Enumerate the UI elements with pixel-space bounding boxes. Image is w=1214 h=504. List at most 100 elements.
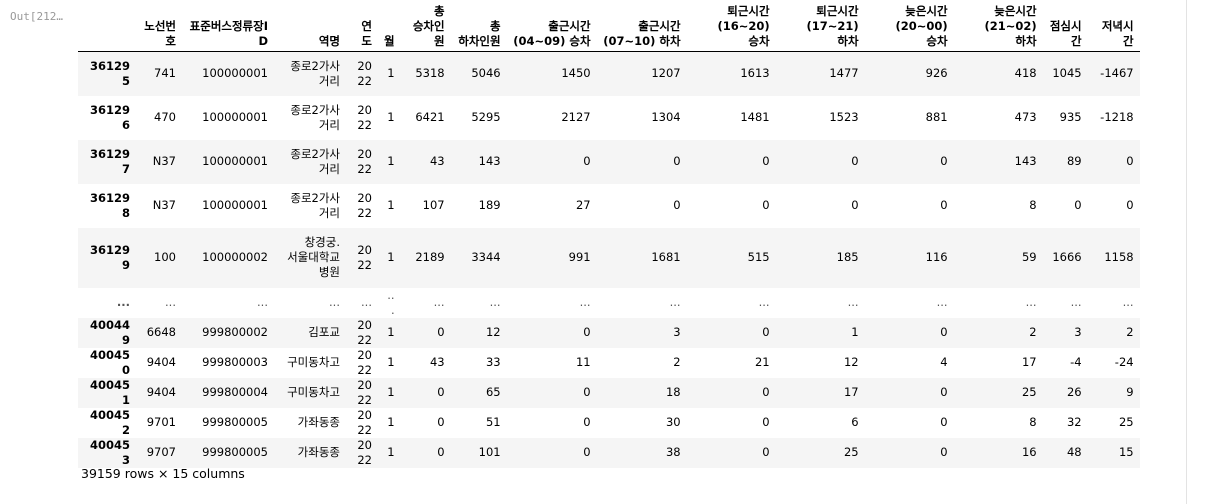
column-header[interactable]: 늦은시간 (20~00) 승차 xyxy=(864,4,954,52)
column-header[interactable]: 출근시간 (07~10) 하차 xyxy=(596,4,687,52)
row-index: 361296 xyxy=(89,102,130,132)
column-header[interactable]: 저녁시간 xyxy=(1087,4,1140,52)
table-cell: 2 xyxy=(673,355,681,369)
column-header[interactable]: 월 xyxy=(378,4,401,52)
table-cell: 2022 xyxy=(357,407,372,437)
column-header[interactable]: 점심시간 xyxy=(1042,4,1088,52)
table-cell: 189 xyxy=(478,198,501,212)
table-cell: 1 xyxy=(387,154,395,168)
row-index: 400453 xyxy=(89,437,130,467)
header-row: 노선번호 표준버스정류장ID 역명 연도 월 총 승차인원 총 하차인원 출근시… xyxy=(78,4,1140,52)
table-cell: 470 xyxy=(154,110,176,124)
table-cell: 0 xyxy=(673,154,681,168)
table-cell: ... xyxy=(1122,295,1134,309)
table-cell: -1467 xyxy=(1100,66,1134,81)
table-cell: 2022 xyxy=(357,317,372,347)
table-cell: 3344 xyxy=(471,250,501,264)
table-cell: 100000001 xyxy=(202,198,268,212)
table-cell: 16 xyxy=(1021,445,1037,459)
table-row: 361295 741 100000001 종로2가사거리 2022 1 5318 5046 14… xyxy=(78,51,1140,96)
table-cell: 0 xyxy=(762,385,770,399)
table-cell: 4 xyxy=(940,355,948,369)
table-cell: N37 xyxy=(152,198,176,212)
column-header[interactable]: 역명 xyxy=(274,4,346,52)
table-cell: 59 xyxy=(1021,250,1037,264)
row-index: 361298 xyxy=(89,190,130,220)
table-cell: 999800004 xyxy=(202,385,268,399)
table-cell: 1666 xyxy=(1052,250,1082,264)
table-cell: 30 xyxy=(665,415,681,429)
column-header[interactable]: 퇴근시간 (16~20) 승차 xyxy=(686,4,776,52)
table-cell: 9404 xyxy=(146,355,176,369)
table-cell: 100000002 xyxy=(202,250,268,264)
column-header[interactable]: 총 하차인원 xyxy=(450,4,507,52)
table-cell: 9 xyxy=(1126,385,1134,399)
column-header[interactable]: 출근시간 (04~09) 승차 xyxy=(506,4,597,52)
table-row: ........................................… xyxy=(78,287,1140,318)
table-cell: 12 xyxy=(485,325,501,339)
table-cell: 999800005 xyxy=(202,415,268,429)
table-row: 400453 9707 999800005 가좌동종 2022 1 0 101 0 38 0 25 0 1… xyxy=(78,437,1140,468)
table-cell: ... xyxy=(936,295,948,309)
column-header[interactable]: 퇴근시간 (17~21) 하차 xyxy=(775,4,865,52)
table-cell: 0 xyxy=(1126,154,1134,168)
table-cell: 999800003 xyxy=(202,355,268,369)
row-index: 400451 xyxy=(89,377,130,407)
table-row: 361298 N37 100000001 종로2가사거리 2022 1 107 189 27 0 0… xyxy=(78,183,1140,228)
table-cell: 1450 xyxy=(561,66,591,81)
table-row: 400452 9701 999800005 가좌동종 2022 1 0 51 0 30 0 6 0 8 32… xyxy=(78,407,1140,438)
table-cell: ... xyxy=(489,295,501,309)
table-cell: 0 xyxy=(762,198,770,212)
column-header[interactable]: 연도 xyxy=(346,4,378,52)
table-cell: 473 xyxy=(1014,110,1037,124)
table-cell: 1481 xyxy=(740,110,770,124)
table-cell: 21 xyxy=(754,355,770,369)
table-cell: 17 xyxy=(1021,355,1037,369)
row-index: 361295 xyxy=(89,58,130,88)
table-cell: 0 xyxy=(762,415,770,429)
table-cell: 991 xyxy=(568,250,591,264)
table-cell: 1 xyxy=(387,110,395,124)
table-cell: 26 xyxy=(1066,385,1082,399)
table-cell: 935 xyxy=(1059,110,1082,124)
table-cell: 2022 xyxy=(357,242,372,272)
table-row: 400450 9404 999800003 구미동차고 2022 1 43 33 11 2 21 12… xyxy=(78,347,1140,378)
table-cell: 9404 xyxy=(146,385,176,399)
table-cell: 38 xyxy=(665,445,681,459)
table-cell: 0 xyxy=(583,445,591,459)
table-cell: 1523 xyxy=(829,110,859,124)
table-cell: 0 xyxy=(940,445,948,459)
column-header[interactable]: 노선번호 xyxy=(136,4,182,52)
table-cell: ... xyxy=(165,295,176,309)
table-cell: 11 xyxy=(575,355,591,369)
table-cell: 515 xyxy=(747,250,770,264)
table-row: 400449 6648 999800002 김포교 2022 1 0 12 0 3 0 1 0 2 3 2 xyxy=(78,317,1140,348)
table-cell: 999800005 xyxy=(202,445,268,459)
table-cell: 1 xyxy=(387,198,395,212)
table-cell: -24 xyxy=(1114,355,1134,369)
column-header[interactable]: 총 승차인원 xyxy=(400,4,451,52)
table-cell: 0 xyxy=(673,198,681,212)
table-row: 400451 9404 999800004 구미동차고 2022 1 0 65 0 18 0 17 0 2… xyxy=(78,377,1140,408)
table-cell: ... xyxy=(257,295,268,309)
table-cell: 89 xyxy=(1066,154,1082,168)
table-cell: 1 xyxy=(387,250,395,264)
column-header[interactable]: 표준버스정류장ID xyxy=(182,4,274,52)
table-cell: 0 xyxy=(851,154,859,168)
table-cell: ... xyxy=(387,287,395,317)
row-index: 400452 xyxy=(89,407,130,437)
table-cell: 185 xyxy=(836,250,859,264)
column-header[interactable] xyxy=(78,4,136,52)
table-cell: 43 xyxy=(429,355,445,369)
table-cell: 종로2가사거리 xyxy=(290,58,340,88)
table-cell: 25 xyxy=(843,445,859,459)
column-header[interactable]: 늦은시간 (21~02) 하차 xyxy=(953,4,1043,52)
table-cell: 3 xyxy=(673,325,681,339)
table-cell: 48 xyxy=(1066,445,1082,459)
table-cell: 0 xyxy=(940,154,948,168)
table-cell: 1613 xyxy=(740,66,770,81)
table-cell: 0 xyxy=(437,385,445,399)
table-cell: 1 xyxy=(387,325,395,339)
table-cell: 김포교 xyxy=(308,325,340,339)
table-cell: 101 xyxy=(478,445,501,459)
